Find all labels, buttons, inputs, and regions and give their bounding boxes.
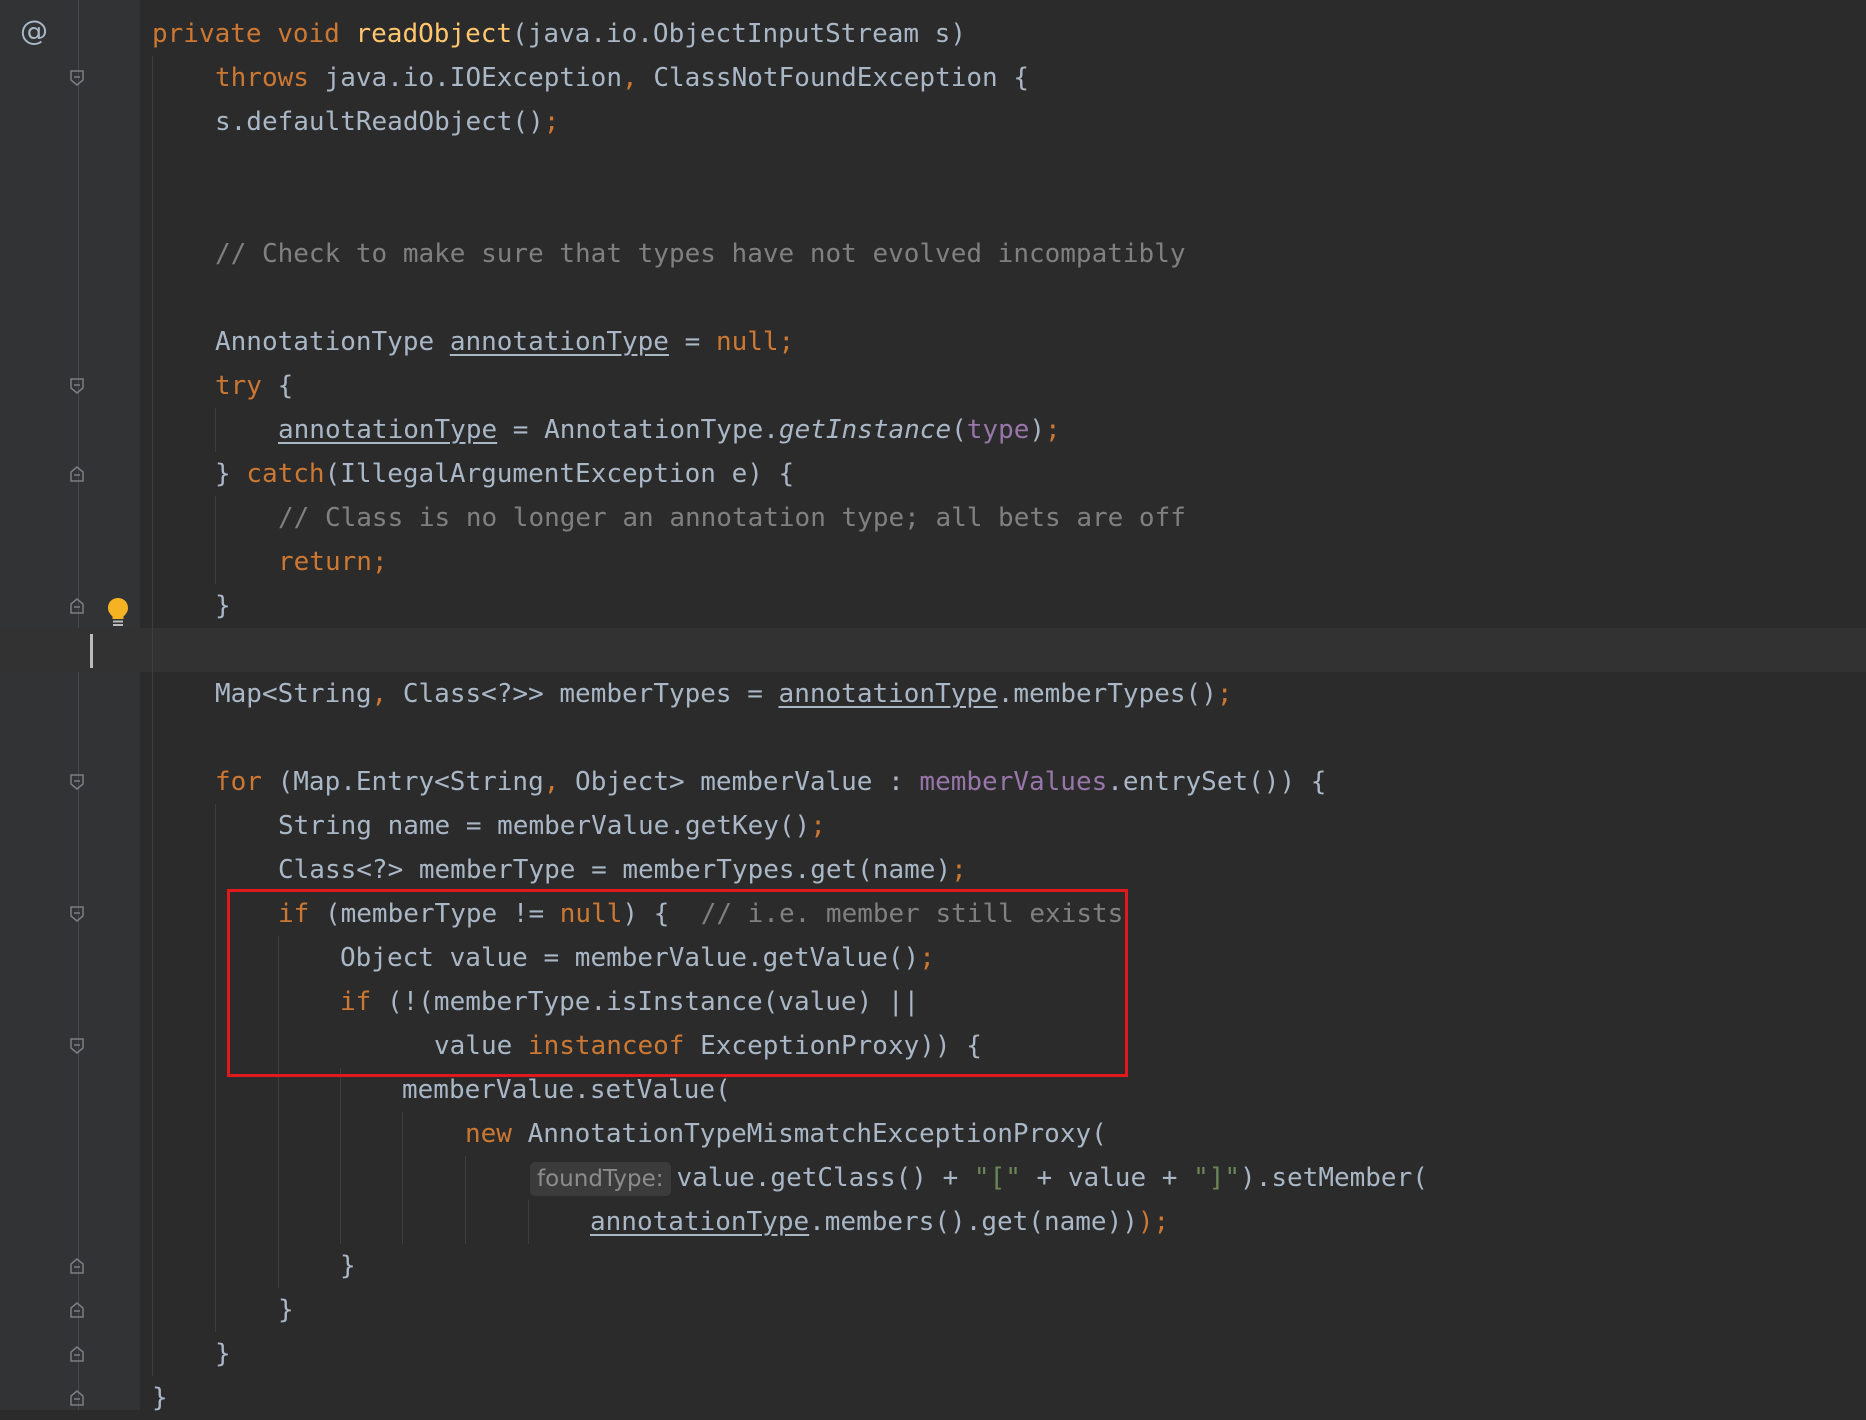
code-token: ClassNotFoundException { [653,63,1029,93]
code-token: annotationType [449,327,669,357]
code-token: Map<String [215,679,372,709]
code-token: , [371,679,403,709]
code-token: ; [951,855,967,885]
code-token: } [215,459,247,489]
code-token: try [215,371,278,401]
code-token: annotationType [590,1207,810,1237]
code-token: // Check to make sure that types have no… [215,239,1186,269]
code-token: private void [152,19,356,49]
code-token: (IllegalArgumentException e) { [324,459,795,489]
code-token: } [215,591,231,621]
code-line[interactable]: return; [0,540,1866,584]
code-line[interactable]: } catch(IllegalArgumentException e) { [0,452,1866,496]
code-token: (java.io.ObjectInputStream s) [512,19,966,49]
code-line[interactable]: private void readObject(java.io.ObjectIn… [0,12,1866,56]
code-token: Class<?>> memberTypes = [402,679,779,709]
code-token: ) [1029,415,1046,445]
code-token: = [668,327,716,357]
code-line[interactable]: } [0,1332,1866,1376]
code-token: readObject [355,19,513,49]
code-line[interactable]: new AnnotationTypeMismatchExceptionProxy… [0,1112,1866,1156]
code-token: + value + [1020,1163,1194,1193]
code-editor[interactable]: @ private void readObject(java.io.Object… [0,0,1866,1413]
code-line[interactable]: // Class is no longer an annotation type… [0,496,1866,540]
code-line[interactable]: } [0,1244,1866,1288]
code-line[interactable]: annotationType.members().get(name))); [0,1200,1866,1244]
code-line[interactable]: Class<?> memberType = memberTypes.get(na… [0,848,1866,892]
code-line[interactable]: try { [0,364,1866,408]
code-line[interactable]: } [0,1288,1866,1332]
code-token: new [465,1119,528,1149]
code-token: } [152,1383,168,1413]
code-token: .memberTypes() [997,679,1217,709]
code-token: { [277,371,294,401]
code-token: AnnotationTypeMismatchExceptionProxy( [527,1119,1107,1149]
code-token: // Class is no longer an annotation type… [278,503,1186,533]
code-token: "]" [1193,1163,1241,1193]
code-line[interactable]: Map<String, Class<?>> memberTypes = anno… [0,672,1866,716]
code-token: (Map.Entry<String [277,767,544,797]
code-token: ; [1045,415,1061,445]
code-token: Class<?> memberType = memberTypes.get(na… [278,855,952,885]
code-token: catch [246,459,325,489]
code-line[interactable]: String name = memberValue.getKey(); [0,804,1866,848]
code-token: getInstance [778,415,952,445]
code-line[interactable] [0,716,1866,760]
code-line[interactable]: annotationType = AnnotationType.getInsta… [0,408,1866,452]
code-token: throws [215,63,325,93]
code-line[interactable] [0,144,1866,188]
code-token: ; [810,811,826,841]
code-line[interactable]: throws java.io.IOException, ClassNotFoun… [0,56,1866,100]
code-token: String name = memberValue.getKey() [278,811,811,841]
code-token: = AnnotationType. [497,415,779,445]
code-token: annotationType [278,415,498,445]
code-token: Object> memberValue : [575,767,920,797]
code-line[interactable]: // Check to make sure that types have no… [0,232,1866,276]
code-token: ; [543,107,560,137]
code-token: type [966,415,1030,445]
code-token: annotationType [778,679,998,709]
code-token: return; [278,547,388,577]
code-content[interactable]: private void readObject(java.io.ObjectIn… [0,0,1866,1413]
code-token: for [215,767,278,797]
code-line[interactable]: AnnotationType annotationType = null; [0,320,1866,364]
code-token: AnnotationType [215,327,450,357]
code-line[interactable]: } [0,584,1866,628]
code-token: .entrySet()) { [1107,767,1327,797]
code-token: , [622,63,654,93]
code-token: } [278,1295,294,1325]
code-token: "[" [973,1163,1021,1193]
code-line[interactable]: } [0,1376,1866,1420]
code-token: } [215,1339,231,1369]
code-token: null; [715,327,795,357]
code-token: , [543,767,576,797]
code-line[interactable] [0,628,1866,672]
code-token: memberValue.setValue( [402,1075,731,1105]
code-token: } [340,1251,356,1281]
parameter-hint: foundType: [530,1161,671,1196]
code-token: .members().get(name)) [809,1207,1138,1237]
code-line[interactable]: for (Map.Entry<String, Object> memberVal… [0,760,1866,804]
code-line[interactable]: s.defaultReadObject(); [0,100,1866,144]
highlight-annotation-box [227,889,1128,1077]
code-token: value.getClass() + [676,1163,974,1193]
code-token: ); [1137,1207,1170,1237]
code-line[interactable] [0,276,1866,320]
code-token: memberValues [919,767,1108,797]
code-token: s.defaultReadObject() [215,107,544,137]
code-line[interactable] [0,188,1866,232]
code-token: ).setMember( [1240,1163,1428,1193]
code-token: ( [951,415,967,445]
code-line[interactable]: foundType: value.getClass() + "[" + value… [0,1156,1866,1200]
code-token: ; [1216,679,1233,709]
code-token: java.io.IOException [324,63,622,93]
